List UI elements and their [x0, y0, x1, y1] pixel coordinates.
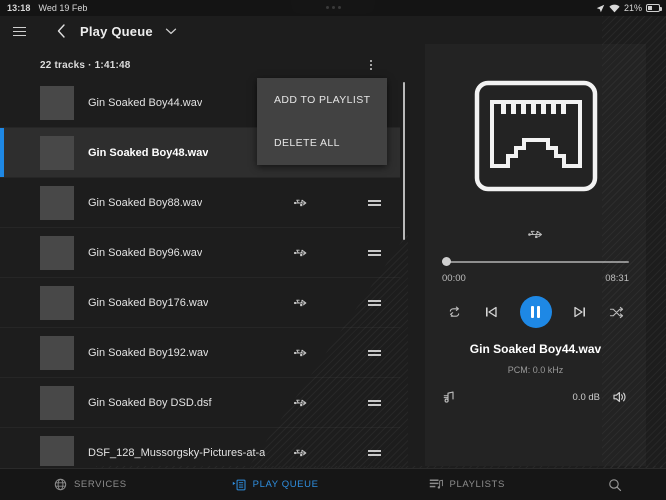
- track-thumbnail: [40, 135, 74, 170]
- globe-icon: [54, 478, 67, 491]
- nav-item-playlists[interactable]: PLAYLISTS: [429, 478, 505, 491]
- queue-header: 22 tracks · 1:41:48: [0, 52, 410, 78]
- track-row[interactable]: DSF_128_Mussorgsky-Pictures-at-a: [0, 428, 400, 466]
- track-title: Gin Soaked Boy44.wav: [88, 96, 203, 109]
- track-row[interactable]: Gin Soaked Boy88.wav: [0, 178, 400, 228]
- volume-icon[interactable]: [612, 390, 628, 404]
- track-thumbnail: [40, 285, 74, 320]
- track-title: DSF_128_Mussorgsky-Pictures-at-a: [88, 446, 266, 459]
- usb-icon: [293, 447, 308, 459]
- elapsed-time: 00:00: [442, 273, 466, 284]
- gain-value: 0.0 dB: [572, 391, 600, 403]
- drag-handle-icon[interactable]: [368, 249, 381, 256]
- drag-handle-icon[interactable]: [368, 399, 381, 406]
- drag-handle-icon[interactable]: [368, 349, 381, 356]
- time-row: 00:00 08:31: [442, 273, 629, 284]
- skip-previous-icon[interactable]: [484, 305, 498, 319]
- kebab-menu-icon[interactable]: [362, 56, 380, 74]
- track-thumbnail: [40, 235, 74, 270]
- seek-track: [442, 261, 629, 263]
- ethernet-port-icon: [456, 66, 616, 206]
- track-thumbnail: [40, 335, 74, 370]
- nav-label-playlists: PLAYLISTS: [449, 479, 505, 490]
- skip-next-icon[interactable]: [573, 305, 587, 319]
- status-time: 13:18: [7, 3, 31, 13]
- chevron-left-icon[interactable]: [48, 18, 74, 44]
- track-row[interactable]: Gin Soaked Boy176.wav: [0, 278, 400, 328]
- nav-label-services: SERVICES: [74, 479, 127, 490]
- track-row[interactable]: Gin Soaked Boy96.wav: [0, 228, 400, 278]
- track-thumbnail: [40, 85, 74, 120]
- track-title: Gin Soaked Boy88.wav: [88, 196, 203, 209]
- search-icon[interactable]: [608, 478, 622, 492]
- drag-handle-icon[interactable]: [368, 449, 381, 456]
- battery-percent: 21%: [623, 3, 642, 13]
- usb-icon: [293, 297, 308, 309]
- selected-indicator: [0, 128, 4, 177]
- track-thumbnail: [40, 185, 74, 220]
- chevron-down-icon[interactable]: [161, 21, 181, 41]
- menu-item-delete-all[interactable]: DELETE ALL: [257, 121, 387, 164]
- status-indicators: 21%: [596, 3, 662, 13]
- nav-label-play-queue: PLAY QUEUE: [252, 479, 319, 490]
- playlist-icon: [429, 478, 443, 491]
- track-row[interactable]: Gin Soaked Boy192.wav: [0, 328, 400, 378]
- battery-icon: [646, 4, 662, 12]
- app-bar: Play Queue: [0, 16, 666, 46]
- now-playing-panel: 00:00 08:31 Gin Soaked Boy44.wav PCM: 0.…: [425, 44, 646, 466]
- track-title: Gin Soaked Boy176.wav: [88, 296, 209, 309]
- track-thumbnail: [40, 385, 74, 420]
- usb-icon: [293, 197, 308, 209]
- shuffle-icon[interactable]: [609, 306, 624, 319]
- track-title: Gin Soaked Boy48.wav: [88, 146, 209, 159]
- usb-icon: [293, 397, 308, 409]
- track-row[interactable]: Gin Soaked Boy DSD.dsf: [0, 378, 400, 428]
- usb-icon: [293, 347, 308, 359]
- play-queue-icon: [232, 479, 246, 491]
- track-title: Gin Soaked Boy96.wav: [88, 246, 203, 259]
- pause-icon[interactable]: [519, 296, 552, 328]
- queue-meta: 22 tracks · 1:41:48: [40, 59, 131, 71]
- page-title: Play Queue: [80, 23, 153, 39]
- duration-time: 08:31: [605, 273, 629, 284]
- location-arrow-icon: [596, 4, 605, 13]
- music-note-icon[interactable]: [443, 390, 457, 404]
- now-playing-title: Gin Soaked Boy44.wav: [469, 342, 602, 356]
- player-bottom-row: 0.0 dB: [443, 390, 628, 404]
- nav-item-play-queue[interactable]: PLAY QUEUE: [232, 479, 319, 491]
- seek-knob[interactable]: [442, 257, 451, 266]
- now-playing-format: PCM: 0.0 kHz: [507, 365, 564, 375]
- drag-handle-icon[interactable]: [368, 199, 381, 206]
- transport-controls: [447, 296, 624, 328]
- bottom-navigation: SERVICES PLAY QUEUE PLAYLISTS: [0, 468, 666, 500]
- seek-bar[interactable]: [442, 257, 629, 267]
- camera-cutout: [291, 0, 375, 14]
- player-source-icon: [425, 228, 646, 241]
- usb-icon: [293, 247, 308, 259]
- app-root: 13:18 Wed 19 Feb 21% Play Queue 22 track…: [0, 0, 666, 500]
- status-date: Wed 19 Feb: [38, 3, 88, 13]
- repeat-icon[interactable]: [447, 306, 462, 319]
- context-menu[interactable]: ADD TO PLAYLIST DELETE ALL: [257, 78, 387, 165]
- list-scrollbar[interactable]: [403, 82, 405, 240]
- hamburger-menu-icon[interactable]: [6, 18, 32, 44]
- track-thumbnail: [40, 435, 74, 466]
- drag-handle-icon[interactable]: [368, 299, 381, 306]
- track-title: Gin Soaked Boy192.wav: [88, 346, 209, 359]
- nav-item-services[interactable]: SERVICES: [54, 478, 127, 491]
- track-title: Gin Soaked Boy DSD.dsf: [88, 396, 212, 409]
- menu-item-add-to-playlist[interactable]: ADD TO PLAYLIST: [257, 78, 387, 121]
- wifi-icon: [609, 4, 620, 13]
